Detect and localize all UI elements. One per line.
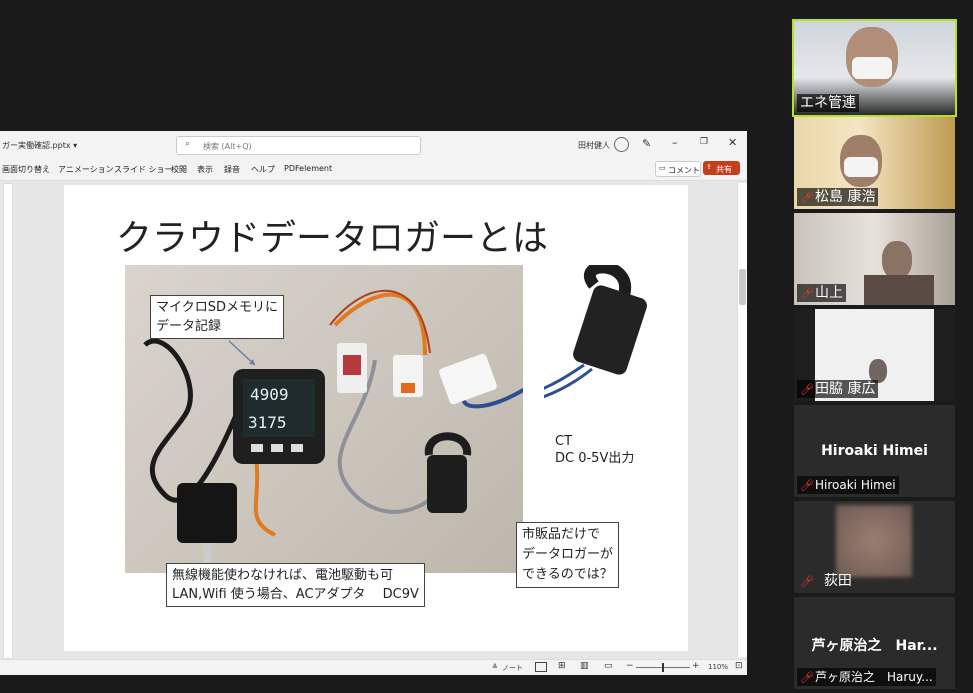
zoom-level[interactable]: 110%	[708, 663, 728, 671]
participant-name-tag: 🎤︎Hiroaki Himei	[797, 476, 899, 494]
tab-pdfelement[interactable]: PDFelement	[284, 164, 332, 173]
slide-title: クラウドデータロガーとは	[116, 218, 549, 259]
left-scrollbar[interactable]	[3, 183, 13, 659]
muted-mic-icon: 🎤︎	[800, 287, 814, 300]
participant-name: 芦ヶ原治之 Haruy...	[815, 670, 933, 684]
participant-body	[864, 275, 934, 305]
title-bar: ガー実働確認.pptx ▾ ⌕ 検索 (Alt+Q) 田村健人 ✎ – ❐ ✕	[0, 131, 747, 158]
ribbon-tabs: 画面切り替え アニメーション スライド ショー 校閲 表示 録音 ヘルプ PDF…	[0, 158, 747, 181]
normal-view-icon[interactable]	[535, 662, 547, 672]
status-bar: ≙ ノート ⊞ ▥ ▭ − + 110% ⊡	[0, 659, 747, 675]
tab-animations[interactable]: アニメーション	[58, 164, 114, 175]
participant-tile[interactable]: Hiroaki Himei 🎤︎Hiroaki Himei	[794, 405, 955, 497]
participant-name-tag: 🎤︎山上	[797, 284, 846, 302]
ct-line-2: DC 0-5V出力	[555, 451, 635, 466]
participant-tile[interactable]: 🎤︎ 荻田	[794, 501, 955, 593]
participant-name: 田脇 康広	[815, 381, 876, 397]
commercial-line-3: できるのでは？	[522, 567, 613, 582]
muted-mic-icon: 🎤︎	[800, 383, 814, 396]
display-reading-1: 4909	[250, 385, 289, 404]
participant-name: 山上	[815, 285, 843, 301]
muted-mic-icon: 🎤︎	[800, 479, 814, 492]
share-button[interactable]: ⇪ 共有	[703, 161, 740, 175]
comment-icon: ▭	[659, 164, 666, 172]
slide: クラウドデータロガーとは 4909 3175 マイクロSDメモリに データ記録 …	[64, 185, 688, 651]
user-avatar-icon[interactable]	[614, 137, 629, 152]
fit-slide-icon[interactable]: ⊡	[735, 661, 743, 671]
ct-label: CT DC 0-5V出力	[555, 433, 634, 467]
display-reading-2: 3175	[248, 413, 287, 432]
zoom-out-icon[interactable]: −	[626, 661, 634, 671]
close-icon[interactable]: ✕	[728, 136, 737, 149]
slide-workspace: クラウドデータロガーとは 4909 3175 マイクロSDメモリに データ記録 …	[0, 181, 747, 659]
user-name: 田村健人	[578, 141, 610, 150]
face-mask	[852, 57, 892, 79]
participant-name-tag: 🎤︎芦ヶ原治之 Haruy...	[797, 668, 936, 686]
blurred-avatar	[836, 505, 912, 577]
shared-screen: ガー実働確認.pptx ▾ ⌕ 検索 (Alt+Q) 田村健人 ✎ – ❐ ✕ …	[0, 131, 747, 675]
tab-help[interactable]: ヘルプ	[251, 164, 275, 175]
participant-tile-active[interactable]: エネ管連	[792, 19, 957, 117]
slideshow-icon[interactable]: ▭	[604, 661, 613, 671]
participant-tile[interactable]: 🎤︎松島 康浩	[794, 117, 955, 209]
muted-mic-icon: 🎤︎	[800, 671, 814, 684]
participant-name: 荻田	[823, 573, 852, 589]
participant-name: エネ管連	[797, 94, 859, 112]
participant-name-tag: 🎤︎ 荻田	[797, 572, 855, 590]
share-icon: ⇪	[706, 163, 712, 171]
tab-record[interactable]: 録音	[224, 164, 240, 175]
notes-label[interactable]: ノート	[502, 663, 523, 673]
ct-clamp-illustration	[544, 265, 647, 399]
comment-label: コメント	[668, 166, 700, 175]
share-label: 共有	[716, 165, 732, 174]
search-placeholder: 検索 (Alt+Q)	[203, 142, 252, 151]
zoom-slider-thumb[interactable]	[662, 663, 664, 672]
muted-mic-icon: 🎤︎	[800, 575, 814, 588]
sd-memory-textbox: マイクロSDメモリに データ記録	[150, 295, 285, 339]
ct-line-1: CT	[555, 434, 573, 449]
participant-name-tag: 🎤︎松島 康浩	[797, 188, 879, 206]
tab-review[interactable]: 校閲	[171, 164, 187, 175]
sd-memory-line-2: データ記録	[156, 319, 222, 334]
tab-slideshow[interactable]: スライド ショー	[114, 164, 173, 175]
tab-transitions[interactable]: 画面切り替え	[2, 164, 50, 175]
slide-sorter-icon[interactable]: ⊞	[558, 661, 566, 671]
comment-button[interactable]: ▭ コメント	[655, 161, 701, 177]
power-note-line-2: LAN,Wifi 使う場合、ACアダプタ DC9V	[172, 587, 419, 602]
power-note-line-1: 無線機能使わなければ、電池駆動も可	[172, 568, 394, 583]
participant-name-tag: 🎤︎田脇 康広	[797, 380, 879, 398]
zoom-in-icon[interactable]: +	[692, 661, 700, 671]
pen-icon[interactable]: ✎	[642, 137, 651, 150]
participant-tile[interactable]: 🎤︎山上	[794, 213, 955, 305]
participant-face	[882, 241, 912, 279]
face-mask	[844, 157, 878, 177]
participant-name: Hiroaki Himei	[815, 478, 896, 492]
muted-mic-icon: 🎤︎	[800, 191, 814, 204]
participant-tile[interactable]: 芦ヶ原治之 Har... 🎤︎芦ヶ原治之 Haruy...	[794, 597, 955, 689]
vertical-scrollbar[interactable]	[737, 183, 747, 657]
sd-memory-line-1: マイクロSDメモリに	[156, 300, 279, 315]
minimize-icon[interactable]: –	[672, 136, 678, 149]
notes-icon[interactable]: ≙	[492, 663, 498, 671]
search-icon: ⌕	[185, 139, 191, 149]
power-note-textbox: 無線機能使わなければ、電池駆動も可 LAN,Wifi 使う場合、ACアダプタ D…	[166, 563, 425, 607]
participant-tile[interactable]: 🎤︎田脇 康広	[794, 309, 955, 401]
tab-view[interactable]: 表示	[197, 164, 213, 175]
restore-icon[interactable]: ❐	[700, 137, 708, 147]
commercial-products-textbox: 市販品だけで データロガーが できるのでは？	[516, 522, 620, 588]
search-box[interactable]: ⌕ 検索 (Alt+Q)	[176, 136, 421, 155]
reading-view-icon[interactable]: ▥	[580, 661, 589, 671]
participant-name: 松島 康浩	[815, 189, 876, 205]
commercial-line-2: データロガーが	[522, 547, 614, 562]
zoom-slider[interactable]	[636, 663, 690, 672]
participant-display-name: Hiroaki Himei	[821, 443, 928, 459]
scrollbar-thumb[interactable]	[739, 269, 746, 305]
participant-display-name: 芦ヶ原治之 Har...	[811, 638, 938, 654]
file-name[interactable]: ガー実働確認.pptx ▾	[2, 140, 77, 151]
commercial-line-1: 市販品だけで	[522, 527, 601, 542]
